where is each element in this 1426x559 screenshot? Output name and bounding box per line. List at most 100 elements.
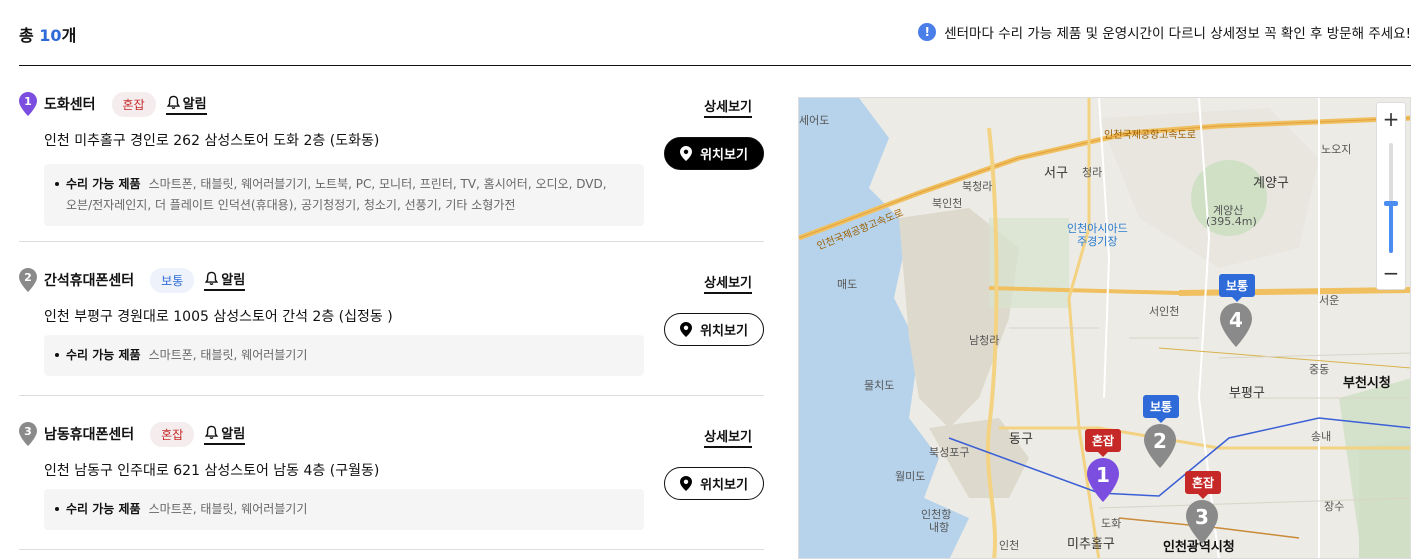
center-item: 1 도화센터 혼잡 알림 상세보기 인천 미추홀구 경인로 262 삼성스토어 …: [19, 66, 764, 242]
svg-text:1: 1: [24, 95, 32, 108]
map-label: 서구: [1044, 166, 1068, 181]
map-label: 청라: [1082, 166, 1103, 179]
bell-icon: [205, 425, 219, 439]
map-label: 북청라: [962, 180, 993, 193]
location-pin-icon: [680, 322, 693, 337]
svg-text:2: 2: [1153, 429, 1167, 453]
pin-status-tag: 혼잡: [1185, 471, 1222, 499]
products-value: 스마트폰, 태블릿, 웨어러블기기: [148, 348, 308, 362]
view-location-label: 위치보기: [700, 323, 748, 338]
center-heading: 3 남동휴대폰센터 혼잡 알림: [19, 421, 246, 447]
zoom-in-button[interactable]: +: [1377, 105, 1405, 133]
status-badge: 보통: [150, 267, 195, 293]
map-label: (395.4m): [1206, 215, 1257, 228]
center-heading: 2 간석휴대폰센터 보통 알림: [19, 267, 246, 293]
view-location-button[interactable]: 위치보기: [664, 313, 764, 346]
center-name[interactable]: 간석휴대폰센터: [44, 270, 134, 290]
center-name[interactable]: 남동휴대폰센터: [44, 424, 134, 444]
bell-icon: [205, 271, 219, 285]
alarm-label: 알림: [182, 97, 207, 112]
map-label: 부평구: [1229, 386, 1265, 401]
map-label: 남청라: [969, 334, 1000, 347]
repairable-products: 수리 가능 제품 스마트폰, 태블릿, 웨어러블기기, 노트북, PC, 모니터,…: [44, 164, 644, 226]
visit-notice: ! 센터마다 수리 가능 제품 및 운영시간이 다르니 상세정보 꼭 확인 후 …: [918, 22, 1411, 42]
pin-status-tag: 혼잡: [1085, 429, 1122, 457]
map-pin[interactable]: 3: [1186, 500, 1218, 544]
map-label: 송내: [1311, 430, 1332, 443]
visit-notice-text: 센터마다 수리 가능 제품 및 운영시간이 다르니 상세정보 꼭 확인 후 방문…: [944, 26, 1411, 42]
bell-icon: [166, 95, 180, 109]
location-pin-icon: [680, 146, 693, 161]
map-label: 내항: [929, 521, 950, 534]
map-label: 동구: [1009, 432, 1033, 447]
map-pin[interactable]: 1: [1087, 458, 1119, 502]
map-label: 계양구: [1253, 176, 1289, 191]
map-label: 북인천: [932, 197, 963, 210]
center-address: 인천 미추홀구 경인로 262 삼성스토어 도화 2층 (도화동): [44, 133, 380, 149]
repairable-products: 수리 가능 제품 스마트폰, 태블릿, 웨어러블기기: [44, 335, 644, 376]
alarm-button[interactable]: 알림: [204, 269, 246, 291]
repairable-products: 수리 가능 제품 스마트폰, 태블릿, 웨어러블기기: [44, 489, 644, 530]
center-item: 3 남동휴대폰센터 혼잡 알림 상세보기 인천 남동구 인주대로 621 삼성스…: [19, 396, 764, 550]
alarm-label: 알림: [221, 427, 246, 442]
total-count-number: 10: [39, 26, 62, 45]
center-heading: 1 도화센터 혼잡 알림: [19, 91, 207, 117]
map-panel[interactable]: 인천국제공항고속도로 인천국제공항고속도로 세어도 서구 청라 북청라 북인천 …: [798, 97, 1411, 559]
total-count: 총 10개: [19, 26, 77, 45]
map-label: 도화: [1101, 517, 1122, 530]
svg-text:4: 4: [1229, 308, 1243, 332]
pin-status-tag: 보통: [1219, 274, 1256, 302]
zoom-control: + −: [1376, 102, 1406, 290]
list-header: 총 10개 ! 센터마다 수리 가능 제품 및 운영시간이 다르니 상세정보 꼭…: [19, 0, 1411, 66]
map-label: 매도: [837, 278, 858, 291]
zoom-slider-fill: [1389, 203, 1393, 253]
center-list: 1 도화센터 혼잡 알림 상세보기 인천 미추홀구 경인로 262 삼성스토어 …: [19, 66, 764, 550]
map-label: 서인천: [1149, 305, 1180, 318]
map-label: 물치도: [864, 379, 895, 392]
alarm-button[interactable]: 알림: [165, 93, 207, 115]
detail-link[interactable]: 상세보기: [704, 272, 752, 294]
zoom-slider-handle[interactable]: [1384, 201, 1398, 206]
status-badge: 혼잡: [111, 91, 156, 117]
alarm-button[interactable]: 알림: [204, 423, 246, 445]
map-label: 미추홀구: [1067, 537, 1115, 552]
svg-text:1: 1: [1096, 463, 1110, 487]
map-label: 세어도: [799, 114, 830, 127]
products-label: 수리 가능 제품: [66, 177, 141, 191]
map-pin[interactable]: 2: [1144, 424, 1176, 468]
center-address: 인천 남동구 인주대로 621 삼성스토어 남동 4층 (구월동): [44, 463, 380, 479]
detail-link[interactable]: 상세보기: [704, 96, 752, 118]
status-badge: 혼잡: [150, 421, 195, 447]
map-label: 중동: [1309, 363, 1330, 376]
map-marker-icon: 2: [19, 268, 37, 292]
detail-link[interactable]: 상세보기: [704, 426, 752, 448]
map-marker-icon: 1: [19, 92, 37, 116]
alarm-label: 알림: [221, 273, 246, 288]
map-label: 주경기장: [1077, 235, 1118, 248]
map-label: 인천: [999, 539, 1020, 552]
products-value: 스마트폰, 태블릿, 웨어러블기기: [148, 502, 308, 516]
products-value: 스마트폰, 태블릿, 웨어러블기기, 노트북, PC, 모니터, 프린터, TV…: [148, 177, 607, 191]
svg-text:3: 3: [24, 425, 32, 438]
svg-text:3: 3: [1195, 505, 1209, 529]
map-label: 장수: [1324, 500, 1345, 513]
map-marker-icon: 3: [19, 422, 37, 446]
center-item: 2 간석휴대폰센터 보통 알림 상세보기 인천 부평구 경원대로 1005 삼성…: [19, 242, 764, 396]
map-label: 부천시청: [1343, 376, 1391, 391]
map-pin[interactable]: 4: [1220, 303, 1252, 347]
zoom-out-button[interactable]: −: [1377, 259, 1405, 287]
map-label-highway: 인천국제공항고속도로: [1104, 130, 1196, 141]
products-label: 수리 가능 제품: [66, 502, 141, 516]
view-location-button[interactable]: 위치보기: [664, 137, 764, 170]
view-location-button[interactable]: 위치보기: [664, 467, 764, 500]
view-location-label: 위치보기: [700, 477, 748, 492]
svg-text:2: 2: [24, 271, 32, 284]
map-label: 서운: [1319, 294, 1340, 307]
exclamation-icon: !: [918, 23, 937, 41]
center-address: 인천 부평구 경원대로 1005 삼성스토어 간석 2층 (십정동 ): [44, 309, 393, 325]
view-location-label: 위치보기: [700, 147, 748, 162]
map-label: 노오지: [1321, 143, 1352, 156]
map-label: 북성포구: [929, 446, 970, 459]
center-name[interactable]: 도화센터: [44, 94, 96, 114]
products-label: 수리 가능 제품: [66, 348, 141, 362]
